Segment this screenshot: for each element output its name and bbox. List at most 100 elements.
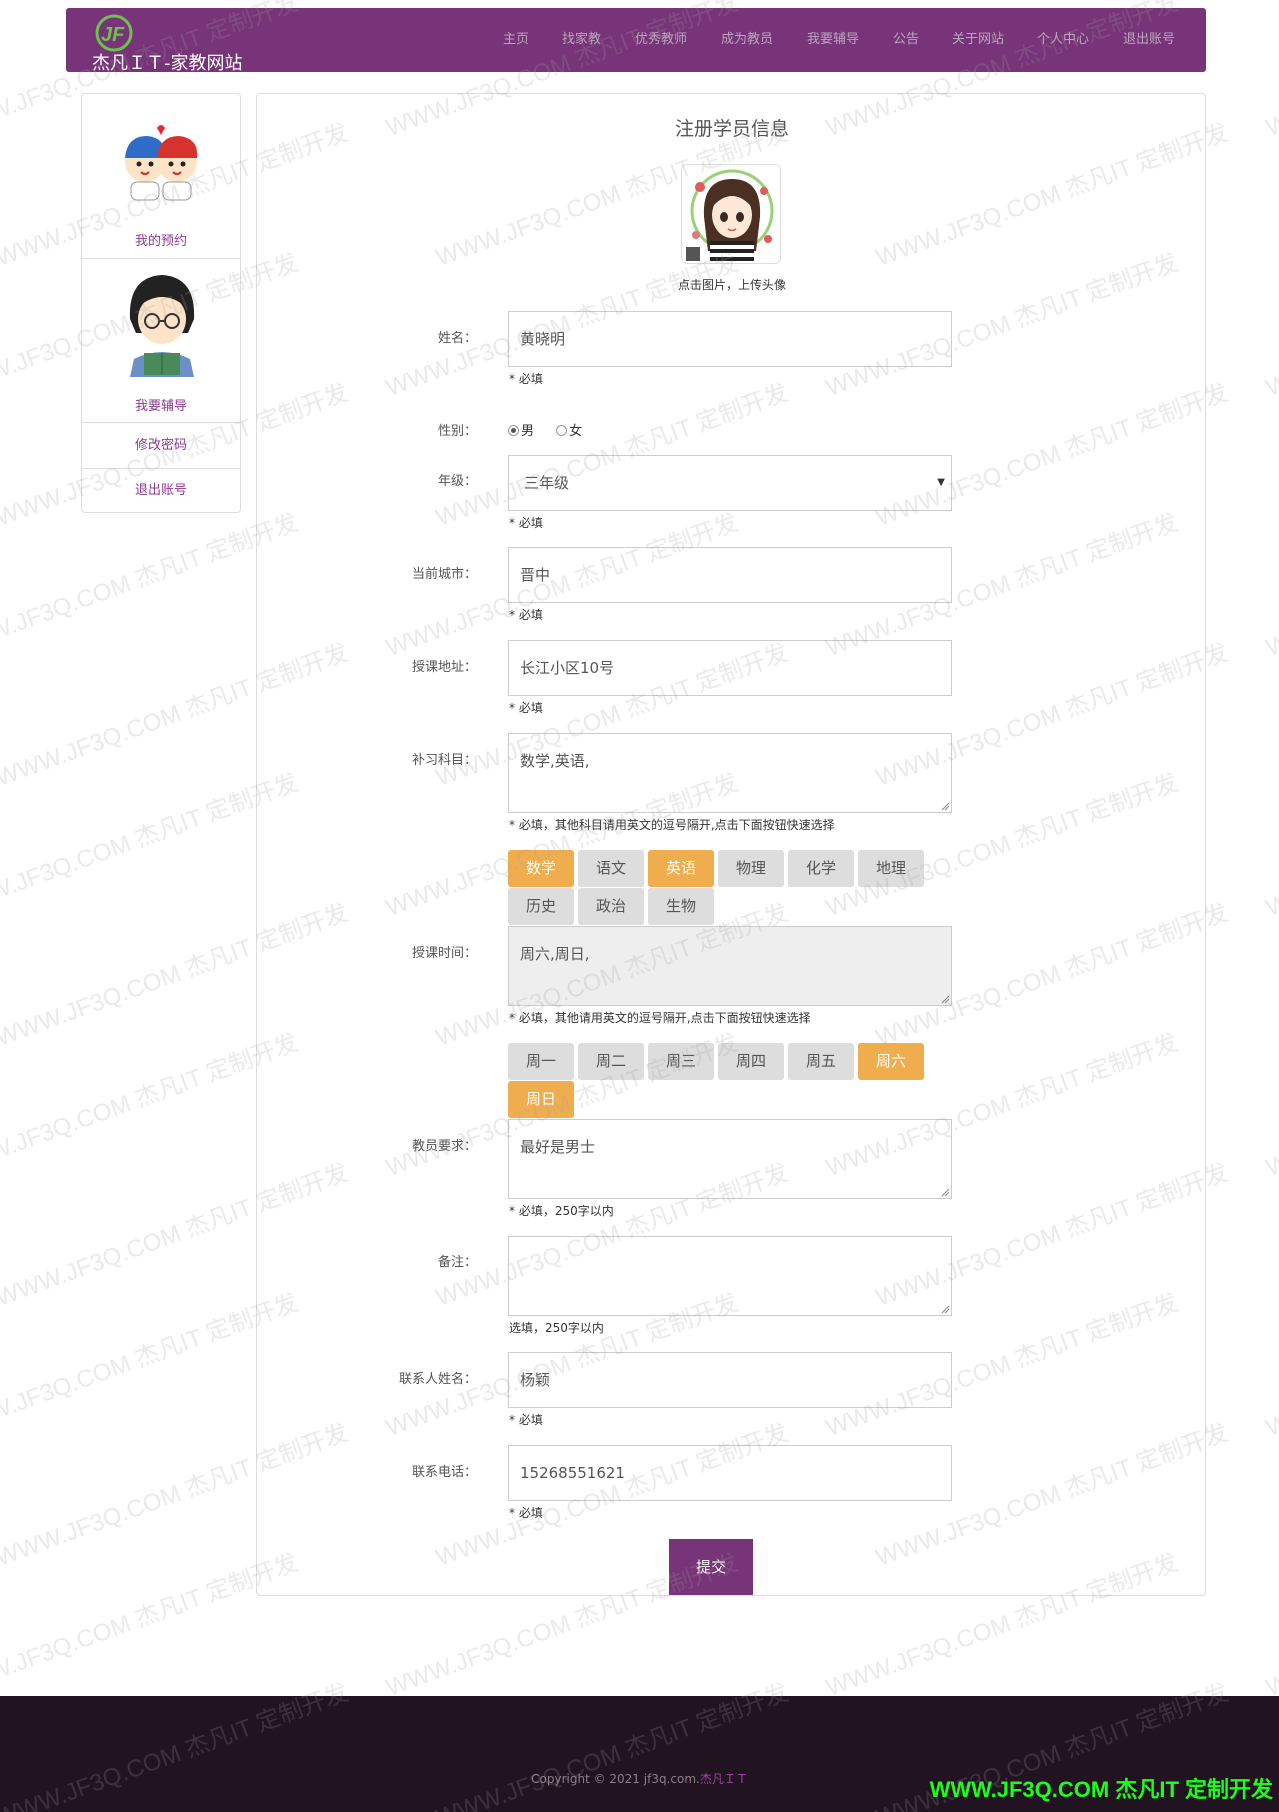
sidebar-item-my-bookings[interactable]: 我的预约 xyxy=(82,94,240,259)
watermark-text: WWW.JF3Q.COM 杰凡IT 定制开发 xyxy=(1262,1549,1279,1702)
address-label: 授课地址： xyxy=(411,660,477,675)
name-hint: * 必填 xyxy=(509,372,543,386)
resize-grip-icon[interactable] xyxy=(940,994,950,1004)
contact-name-input[interactable]: 杨颖 xyxy=(508,1352,952,1408)
footer: Copyright © 2021 jf3q.com.杰凡ＩＴ WWW.JF3Q.… xyxy=(0,1696,1279,1812)
corner-watermark: WWW.JF3Q.COM 杰凡IT 定制开发 xyxy=(929,1777,1273,1802)
name-label: 姓名： xyxy=(437,331,477,346)
weekday-chip[interactable]: 周三 xyxy=(648,1043,714,1080)
gender-label: 性别： xyxy=(437,424,477,439)
subject-chip[interactable]: 政治 xyxy=(578,888,644,925)
gender-male-label: 男 xyxy=(521,424,535,439)
nav-top-teachers[interactable]: 优秀教师 xyxy=(635,8,687,72)
girl-reading-icon xyxy=(129,275,195,377)
subject-chip[interactable]: 历史 xyxy=(508,888,574,925)
copyright-brand-link[interactable]: 杰凡ＩＴ xyxy=(700,1772,748,1786)
subject-chip[interactable]: 数学 xyxy=(508,850,574,887)
times-textarea[interactable]: 周六,周日, xyxy=(508,926,952,1006)
gender-radio-group: 男 女 xyxy=(508,420,582,439)
cartoon-couple-icon xyxy=(125,125,198,201)
sidebar-item-change-password[interactable]: 修改密码 xyxy=(82,423,240,469)
gender-option-female[interactable]: 女 xyxy=(556,424,582,439)
grade-selected-value: 三年级 xyxy=(524,474,570,492)
weekday-chip[interactable]: 周四 xyxy=(718,1043,784,1080)
nav-request-tutoring[interactable]: 我要辅导 xyxy=(807,8,859,72)
subject-chip[interactable]: 英语 xyxy=(648,850,714,887)
sidebar-item-request-tutoring[interactable]: 我要辅导 xyxy=(82,259,240,423)
contact-name-hint: * 必填 xyxy=(509,1413,543,1427)
weekday-chip[interactable]: 周五 xyxy=(788,1043,854,1080)
radio-male[interactable] xyxy=(508,425,519,436)
address-hint: * 必填 xyxy=(509,701,543,715)
copyright-text: Copyright © 2021 jf3q.com. xyxy=(531,1772,700,1786)
teacher-req-label: 教员要求： xyxy=(411,1139,477,1154)
weekday-chip[interactable]: 周一 xyxy=(508,1043,574,1080)
subjects-textarea[interactable]: 数学,英语, xyxy=(508,733,952,813)
nav-become-tutor[interactable]: 成为教员 xyxy=(721,8,773,72)
watermark-text: WWW.JF3Q.COM 杰凡IT 定制开发 xyxy=(1262,1289,1279,1442)
phone-input[interactable]: 15268551621 xyxy=(508,1445,952,1501)
subject-chip[interactable]: 地理 xyxy=(858,850,924,887)
times-label: 授课时间： xyxy=(411,946,477,961)
watermark-text: WWW.JF3Q.COM 杰凡IT 定制开发 xyxy=(1262,769,1279,922)
grade-label: 年级： xyxy=(437,474,477,489)
gender-female-label: 女 xyxy=(569,424,583,439)
jf-logo-icon: JF xyxy=(95,14,133,52)
gender-option-male[interactable]: 男 xyxy=(508,424,534,439)
nav-home[interactable]: 主页 xyxy=(503,8,529,72)
weekday-chip[interactable]: 周二 xyxy=(578,1043,644,1080)
name-input[interactable]: 黄晓明 xyxy=(508,311,952,367)
city-input[interactable]: 晋中 xyxy=(508,547,952,603)
remark-textarea[interactable] xyxy=(508,1236,952,1316)
sidebar-label-request-tutoring: 我要辅导 xyxy=(134,399,187,414)
grade-select[interactable]: 三年级 ▼ xyxy=(508,455,952,511)
chevron-down-icon: ▼ xyxy=(937,477,945,488)
subjects-label: 补习科目： xyxy=(411,753,477,768)
svg-text:JF: JF xyxy=(101,24,125,46)
grade-hint: * 必填 xyxy=(509,516,543,530)
city-hint: * 必填 xyxy=(509,608,543,622)
sidebar-item-logout[interactable]: 退出账号 xyxy=(82,469,240,513)
nav-announcements[interactable]: 公告 xyxy=(893,8,919,72)
brand-title: 杰凡ＩＴ-家教网站 xyxy=(92,53,243,74)
subject-chip[interactable]: 化学 xyxy=(788,850,854,887)
teacher-req-hint: * 必填，250字以内 xyxy=(509,1204,614,1218)
registration-panel: 注册学员信息 点击图片，上传头像 姓名： 黄晓明 * 必填 性别： 男 女 年级… xyxy=(256,93,1206,1596)
subject-chip[interactable]: 语文 xyxy=(578,850,644,887)
times-hint: * 必填，其他请用英文的逗号隔开,点击下面按钮快速选择 xyxy=(509,1011,811,1025)
subject-chip[interactable]: 生物 xyxy=(648,888,714,925)
weekday-chip[interactable]: 周六 xyxy=(858,1043,924,1080)
phone-label: 联系电话： xyxy=(411,1465,477,1480)
avatar-upload[interactable] xyxy=(681,164,781,264)
remark-label: 备注： xyxy=(437,1255,477,1270)
phone-hint: * 必填 xyxy=(509,1506,543,1520)
nav-profile[interactable]: 个人中心 xyxy=(1037,8,1089,72)
nav-about[interactable]: 关于网站 xyxy=(952,8,1004,72)
city-label: 当前城市： xyxy=(411,567,477,582)
top-navbar: JF 杰凡ＩＴ-家教网站 主页 找家教 优秀教师 成为教员 我要辅导 公告 关于… xyxy=(66,8,1206,74)
times-value: 周六,周日, xyxy=(520,945,590,963)
nav-logout[interactable]: 退出账号 xyxy=(1123,8,1175,72)
subject-chip[interactable]: 物理 xyxy=(718,850,784,887)
teacher-req-value: 最好是男士 xyxy=(520,1138,596,1156)
teacher-req-textarea[interactable]: 最好是男士 xyxy=(508,1119,952,1199)
remark-hint: 选填，250字以内 xyxy=(509,1321,604,1335)
watermark-text: WWW.JF3Q.COM 杰凡IT 定制开发 xyxy=(1262,249,1279,402)
weekday-chip[interactable]: 周日 xyxy=(508,1081,574,1118)
sidebar-label-my-bookings: 我的预约 xyxy=(134,234,187,249)
resize-grip-icon[interactable] xyxy=(940,801,950,811)
resize-grip-icon[interactable] xyxy=(940,1187,950,1197)
watermark-text: WWW.JF3Q.COM 杰凡IT 定制开发 xyxy=(1262,509,1279,662)
submit-button[interactable]: 提交 xyxy=(669,1539,753,1595)
avatar-hint: 点击图片，上传头像 xyxy=(677,278,786,292)
sidebar: 我的预约 我要辅导 修改密码 退出账号 xyxy=(81,93,241,513)
watermark-text: WWW.JF3Q.COM 杰凡IT 定制开发 xyxy=(1262,1029,1279,1182)
brand[interactable]: JF 杰凡ＩＴ-家教网站 xyxy=(92,14,262,74)
page-title: 注册学员信息 xyxy=(674,118,789,140)
nav-find-tutor[interactable]: 找家教 xyxy=(562,8,601,72)
contact-name-label: 联系人姓名： xyxy=(398,1372,477,1387)
radio-female[interactable] xyxy=(556,425,568,436)
subjects-hint: * 必填，其他科目请用英文的逗号隔开,点击下面按钮快速选择 xyxy=(509,818,835,832)
resize-grip-icon[interactable] xyxy=(940,1304,950,1314)
address-input[interactable]: 长江小区10号 xyxy=(508,640,952,696)
